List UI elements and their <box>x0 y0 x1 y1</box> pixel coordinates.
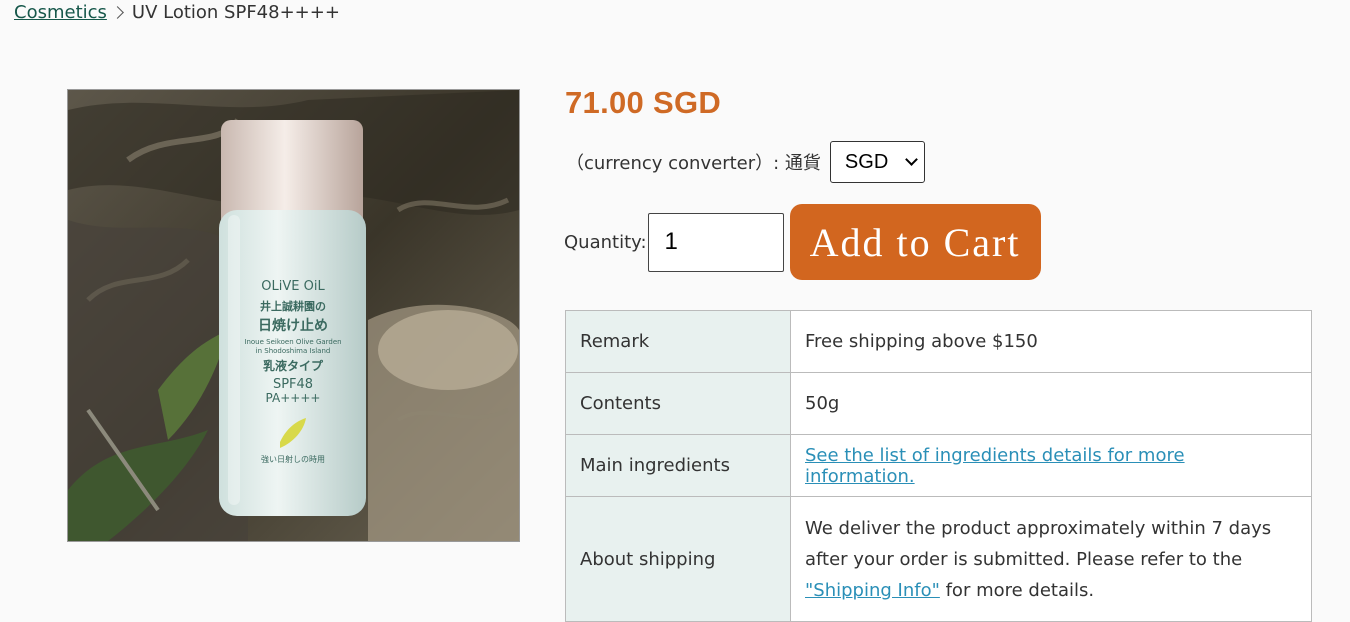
product-image: OLiVE OiL 井上誠耕園の 日焼け止め Inoue Seikoen Oli… <box>67 89 520 542</box>
spec-value: We deliver the product approximately wit… <box>790 496 1312 622</box>
chevron-down-icon <box>905 153 918 166</box>
spec-key: Contents <box>565 372 791 435</box>
currency-converter: （currency converter）: 通貨 SGD <box>566 141 925 183</box>
bottle-pa-text: PA++++ <box>266 391 321 405</box>
ingredients-link[interactable]: See the list of ingredients details for … <box>805 445 1185 487</box>
product-specs-table: Remark Free shipping above $150 Contents… <box>565 310 1312 622</box>
spec-key: Main ingredients <box>565 434 791 497</box>
bottle-bottom-text: 強い日射しの時用 <box>261 454 325 464</box>
currency-select[interactable]: SGD <box>829 141 925 183</box>
currency-selected-value: SGD <box>844 150 889 173</box>
shipping-info-link[interactable]: "Shipping Info" <box>805 580 940 601</box>
bottle-en2-text: in Shodoshima Island <box>256 347 331 355</box>
bottle-jp-line1: 井上誠耕園の <box>260 299 326 313</box>
spec-value: See the list of ingredients details for … <box>790 434 1312 497</box>
bottle-jp-line2: 日焼け止め <box>258 317 328 334</box>
breadcrumb-category-link[interactable]: Cosmetics <box>14 2 107 23</box>
shipping-text-after: for more details. <box>939 579 1095 601</box>
spec-value: 50g <box>790 372 1312 435</box>
table-row: Remark Free shipping above $150 <box>565 310 1312 373</box>
bottle-type-text: 乳液タイプ <box>263 358 324 373</box>
product-photo: OLiVE OiL 井上誠耕園の 日焼け止め Inoue Seikoen Oli… <box>68 90 519 541</box>
bottle-brand-text: OLiVE OiL <box>261 279 325 294</box>
table-row: Main ingredients See the list of ingredi… <box>565 434 1312 497</box>
table-row: About shipping We deliver the product ap… <box>565 496 1312 622</box>
spec-key: About shipping <box>565 496 791 622</box>
breadcrumb: Cosmetics UV Lotion SPF48++++ <box>14 2 340 23</box>
add-to-cart-button[interactable]: Add to Cart <box>789 204 1041 280</box>
breadcrumb-current: UV Lotion SPF48++++ <box>131 2 340 23</box>
bottle-en-text: Inoue Seikoen Olive Garden <box>244 338 341 346</box>
currency-label: （currency converter）: 通貨 <box>566 153 821 174</box>
shipping-text: We deliver the product approximately wit… <box>805 517 1272 570</box>
table-row: Contents 50g <box>565 372 1312 435</box>
spec-key: Remark <box>565 310 791 373</box>
spec-value: Free shipping above $150 <box>790 310 1312 373</box>
chevron-right-icon <box>111 6 124 19</box>
quantity-row: Quantity: 1 Add to Cart <box>564 204 1041 280</box>
quantity-label: Quantity: <box>564 231 647 253</box>
product-price: 71.00 SGD <box>565 85 722 120</box>
bottle-spf-text: SPF48 <box>273 377 313 392</box>
quantity-input[interactable]: 1 <box>647 212 784 272</box>
